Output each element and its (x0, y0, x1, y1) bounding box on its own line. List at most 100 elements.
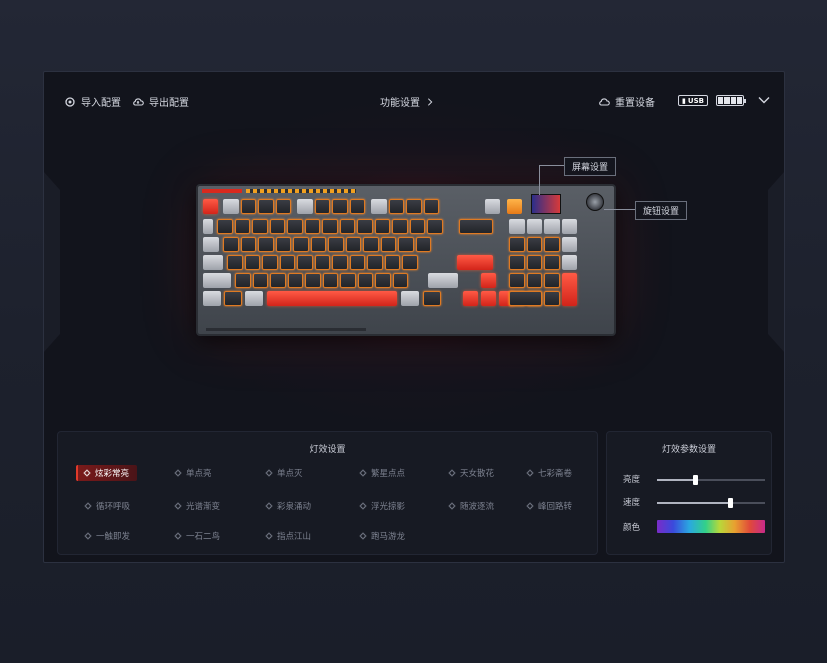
keycap[interactable] (509, 237, 525, 252)
keycap[interactable] (509, 291, 542, 306)
keycap[interactable] (526, 255, 542, 270)
keycap[interactable] (544, 219, 560, 234)
keycap[interactable] (384, 255, 400, 270)
keycap[interactable] (328, 237, 344, 252)
effect-item[interactable]: 指点江山 (265, 528, 311, 544)
keycap[interactable] (223, 237, 239, 252)
keycap[interactable] (287, 219, 303, 234)
keyboard-knob[interactable] (586, 193, 604, 211)
effect-item[interactable]: 光谱渐变 (174, 498, 220, 514)
keycap[interactable] (322, 219, 338, 234)
keycap[interactable] (293, 237, 309, 252)
keycap[interactable] (409, 219, 425, 234)
keycap[interactable] (240, 199, 256, 214)
screen-settings-callout[interactable]: 屏幕设置 (564, 157, 617, 176)
keycap-grid[interactable] (203, 199, 608, 329)
keycap[interactable] (388, 199, 404, 214)
keycap[interactable] (203, 291, 221, 306)
color-spectrum-picker[interactable] (657, 520, 765, 533)
effect-item[interactable]: 彩泉涌动 (265, 498, 311, 514)
keycap[interactable] (544, 237, 560, 252)
keycap[interactable] (304, 219, 320, 234)
keycap[interactable] (203, 199, 218, 214)
keyboard-preview[interactable] (196, 184, 616, 336)
effect-item[interactable]: 跑马游龙 (359, 528, 405, 544)
keycap[interactable] (314, 255, 330, 270)
keycap[interactable] (244, 255, 260, 270)
effect-item[interactable]: 峰回路转 (526, 498, 572, 514)
keycap[interactable] (252, 273, 268, 288)
keycap[interactable] (203, 273, 231, 288)
keycap[interactable] (203, 255, 223, 270)
keycap[interactable] (258, 199, 274, 214)
effect-item[interactable]: 循环呼吸 (84, 498, 130, 514)
keycap[interactable] (235, 273, 251, 288)
keycap[interactable] (275, 199, 291, 214)
keycap[interactable] (509, 273, 525, 288)
effect-item[interactable]: 繁星点点 (359, 465, 405, 481)
keycap[interactable] (561, 273, 577, 306)
keycap[interactable] (332, 199, 348, 214)
keycap[interactable] (287, 273, 303, 288)
keycap[interactable] (240, 237, 256, 252)
keycap[interactable] (392, 273, 408, 288)
keycap[interactable] (262, 255, 278, 270)
keycap[interactable] (314, 199, 330, 214)
keycap[interactable] (374, 219, 390, 234)
keycap[interactable] (363, 237, 379, 252)
keycap[interactable] (203, 237, 219, 252)
keycap[interactable] (269, 219, 285, 234)
keycap[interactable] (227, 255, 243, 270)
keycap[interactable] (380, 237, 396, 252)
keycap[interactable] (509, 255, 525, 270)
effect-item[interactable]: 一石二鸟 (174, 528, 220, 544)
effect-item[interactable]: 随波逐流 (448, 498, 494, 514)
keycap[interactable] (423, 199, 439, 214)
keycap[interactable] (258, 237, 274, 252)
knob-settings-callout[interactable]: 旋钮设置 (635, 201, 688, 220)
speed-slider[interactable] (657, 498, 765, 508)
keycap[interactable] (367, 255, 383, 270)
effect-item[interactable]: 单点亮 (174, 465, 212, 481)
keycap[interactable] (459, 219, 493, 234)
keycap[interactable] (485, 199, 500, 214)
keycap[interactable] (234, 219, 250, 234)
effect-item[interactable]: 天女散花 (448, 465, 494, 481)
keycap[interactable] (245, 291, 263, 306)
effect-item[interactable]: 炫彩常亮 (76, 465, 138, 481)
keycap[interactable] (297, 255, 313, 270)
keycap[interactable] (279, 255, 295, 270)
keycap[interactable] (223, 199, 239, 214)
brightness-slider[interactable] (657, 475, 765, 485)
keycap[interactable] (427, 219, 443, 234)
keycap[interactable] (544, 291, 560, 306)
keycap[interactable] (203, 219, 213, 234)
keycap[interactable] (481, 273, 496, 288)
keycap[interactable] (224, 291, 242, 306)
keycap[interactable] (398, 237, 414, 252)
keycap[interactable] (423, 291, 441, 306)
keycap[interactable] (561, 255, 577, 270)
keycap[interactable] (270, 273, 286, 288)
keycap[interactable] (357, 273, 373, 288)
keycap[interactable] (392, 219, 408, 234)
keycap[interactable] (526, 219, 542, 234)
keycap[interactable] (544, 273, 560, 288)
keycap[interactable] (428, 273, 458, 288)
keycap[interactable] (509, 219, 525, 234)
effect-item[interactable]: 一触即发 (84, 528, 130, 544)
keycap[interactable] (332, 255, 348, 270)
brightness-slider-thumb[interactable] (692, 475, 698, 485)
keycap[interactable] (371, 199, 387, 214)
keycap[interactable] (267, 291, 397, 306)
keycap[interactable] (305, 273, 321, 288)
chevron-down-icon[interactable] (757, 93, 771, 107)
function-settings-menu[interactable]: 功能设置 (380, 94, 435, 109)
export-config-button[interactable]: 导出配置 (132, 94, 189, 109)
keycap[interactable] (401, 291, 419, 306)
keycap[interactable] (457, 255, 493, 270)
keyboard-screen[interactable] (531, 194, 561, 214)
keycap[interactable] (345, 237, 361, 252)
import-config-button[interactable]: 导入配置 (64, 94, 121, 109)
keycap[interactable] (561, 219, 577, 234)
